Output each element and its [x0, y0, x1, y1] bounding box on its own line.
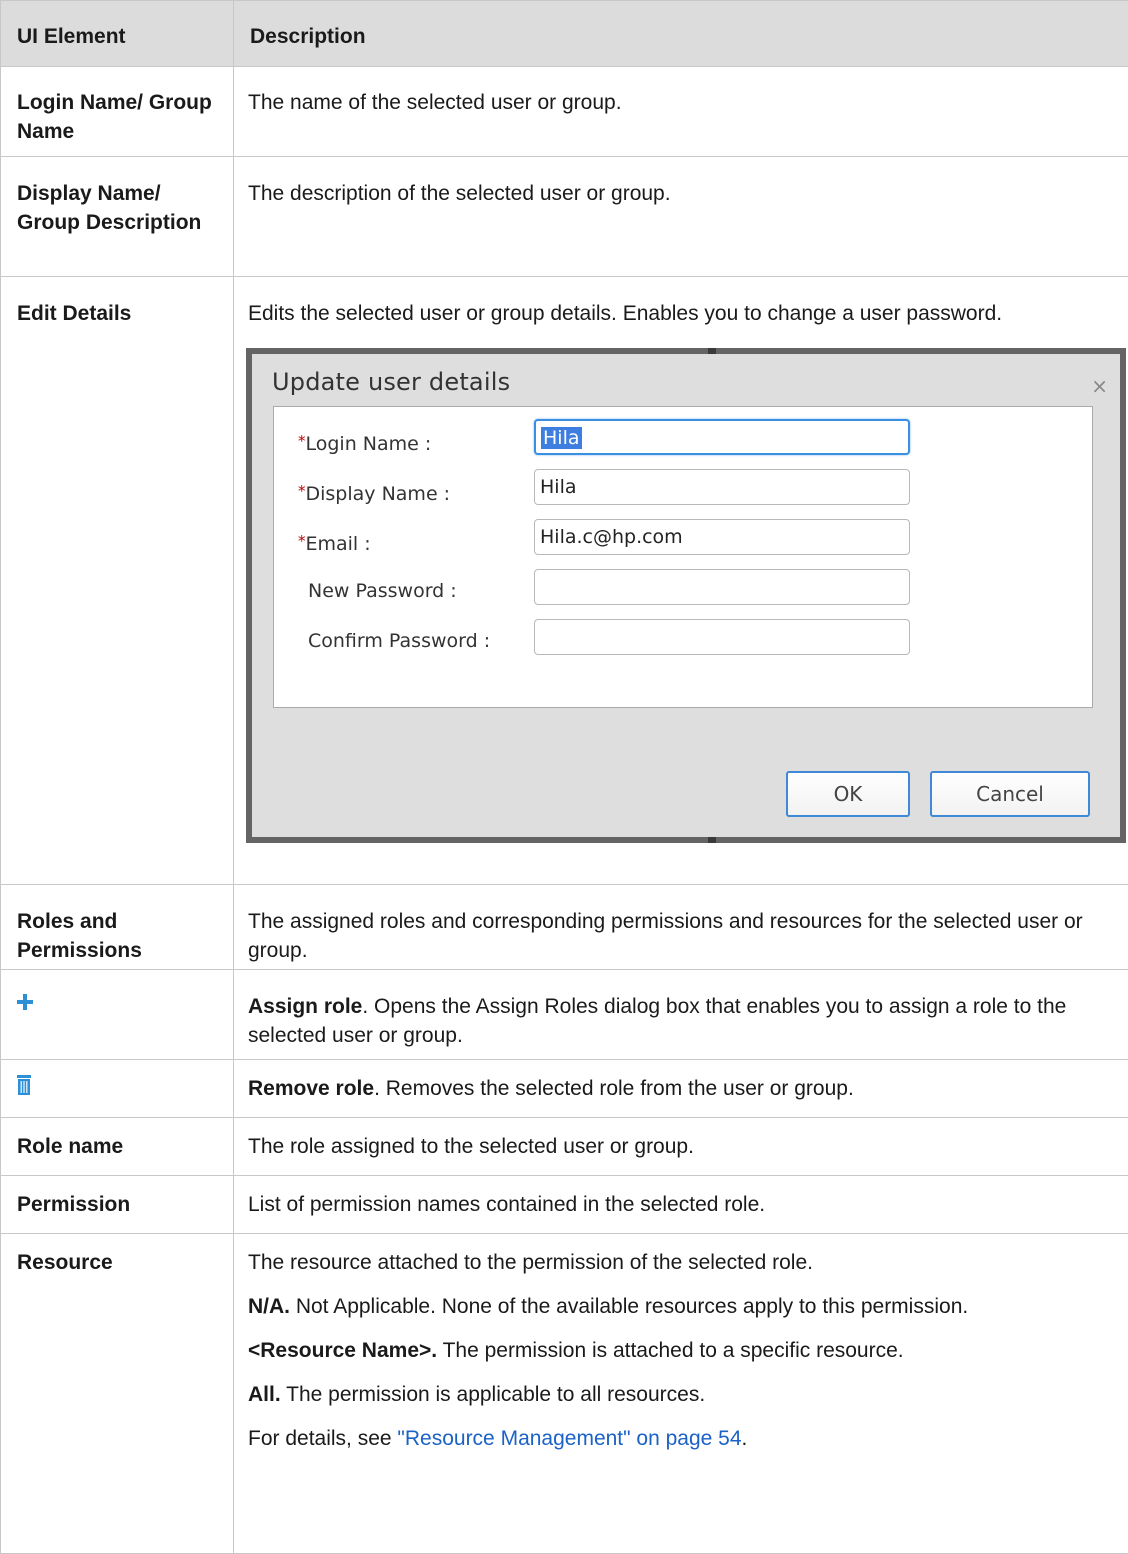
- ui-element-table: UI Element Description Login Name/ Group…: [0, 0, 1128, 1554]
- element-name: Roles and Permissions: [1, 885, 233, 965]
- login-name-label: *Login Name :: [298, 427, 431, 459]
- new-password-field[interactable]: [534, 569, 910, 605]
- required-marker: *: [298, 432, 306, 450]
- header-description: Description: [234, 1, 1128, 67]
- update-user-dialog: Update user details × *Login Name : Hila…: [252, 354, 1120, 837]
- details-reference: For details, see "Resource Management" o…: [248, 1424, 1112, 1453]
- element-name: Role name: [1, 1118, 233, 1161]
- table-row: Resource The resource attached to the pe…: [1, 1234, 1128, 1554]
- element-description: The description of the selected user or …: [234, 157, 1128, 208]
- table-row: Remove role. Removes the selected role f…: [1, 1060, 1128, 1118]
- confirm-password-row: Confirm Password :: [298, 619, 1088, 659]
- resource-all: All. The permission is applicable to all…: [248, 1380, 1112, 1409]
- display-name-label: *Display Name :: [298, 477, 450, 509]
- plus-icon[interactable]: [17, 994, 33, 1010]
- table-row: Roles and Permissions The assigned roles…: [1, 885, 1128, 970]
- element-description: The name of the selected user or group.: [234, 67, 1128, 117]
- email-label: *Email :: [298, 527, 371, 559]
- element-name: Permission: [1, 1176, 233, 1219]
- close-icon[interactable]: ×: [1091, 372, 1108, 401]
- table-row: Permission List of permission names cont…: [1, 1176, 1128, 1234]
- resource-management-link[interactable]: "Resource Management" on page 54: [397, 1427, 741, 1450]
- table-row: Display Name/ Group Description The desc…: [1, 157, 1128, 277]
- element-description: Remove role. Removes the selected role f…: [234, 1060, 1128, 1103]
- cancel-button[interactable]: Cancel: [930, 771, 1090, 817]
- confirm-password-label: Confirm Password :: [308, 627, 490, 656]
- dialog-title: Update user details: [272, 368, 510, 397]
- dialog-form: *Login Name : Hila *Display Name : *Emai…: [273, 406, 1093, 708]
- new-password-row: New Password :: [298, 569, 1088, 609]
- update-user-dialog-screenshot: Update user details × *Login Name : Hila…: [246, 348, 1126, 843]
- table-row: Edit Details Edits the selected user or …: [1, 277, 1128, 885]
- required-marker: *: [298, 532, 306, 550]
- element-name: Display Name/ Group Description: [1, 157, 233, 237]
- login-name-row: *Login Name : Hila: [298, 419, 1088, 459]
- login-name-field[interactable]: Hila: [534, 419, 910, 455]
- element-description: List of permission names contained in th…: [234, 1176, 1128, 1219]
- table-row: Assign role. Opens the Assign Roles dial…: [1, 970, 1128, 1060]
- element-description: The resource attached to the permission …: [248, 1248, 1112, 1277]
- display-name-field[interactable]: [534, 469, 910, 505]
- email-row: *Email :: [298, 519, 1088, 559]
- element-name: Edit Details: [1, 277, 233, 328]
- display-name-row: *Display Name :: [298, 469, 1088, 509]
- element-description: The assigned roles and corresponding per…: [234, 885, 1128, 965]
- email-field[interactable]: [534, 519, 910, 555]
- required-marker: *: [298, 482, 306, 500]
- element-description: The role assigned to the selected user o…: [234, 1118, 1128, 1161]
- element-description: Edits the selected user or group details…: [248, 299, 1112, 328]
- element-name: Login Name/ Group Name: [1, 67, 233, 146]
- confirm-password-field[interactable]: [534, 619, 910, 655]
- new-password-label: New Password :: [308, 577, 457, 606]
- resource-na: N/A. Not Applicable. None of the availab…: [248, 1292, 1112, 1321]
- table-row: Login Name/ Group Name The name of the s…: [1, 67, 1128, 157]
- header-ui-element: UI Element: [1, 1, 234, 67]
- trash-icon[interactable]: [17, 1075, 31, 1095]
- resource-name-option: <Resource Name>. The permission is attac…: [248, 1336, 1112, 1365]
- element-name: Resource: [1, 1234, 233, 1277]
- ok-button[interactable]: OK: [786, 771, 910, 817]
- element-description: Assign role. Opens the Assign Roles dial…: [234, 970, 1128, 1050]
- table-row: Role name The role assigned to the selec…: [1, 1118, 1128, 1176]
